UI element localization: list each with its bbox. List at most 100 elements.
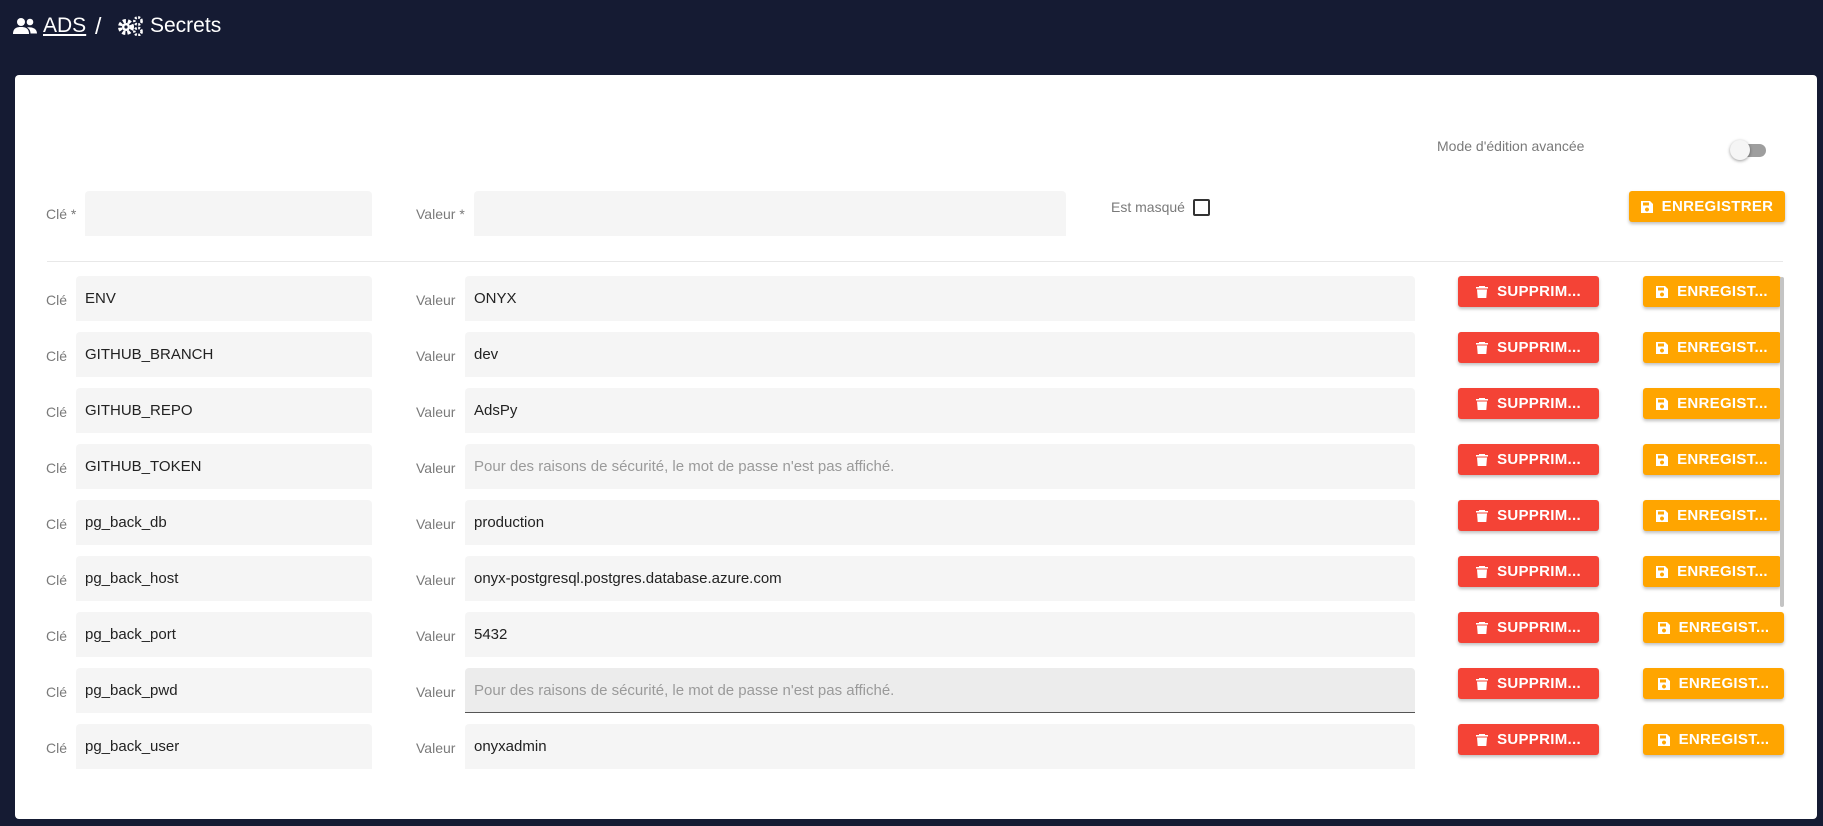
top-bar: ADS / Secrets bbox=[0, 0, 1823, 74]
key-label: Clé bbox=[46, 628, 68, 644]
secret-value-input[interactable] bbox=[465, 612, 1415, 657]
value-label: Valeur bbox=[416, 348, 456, 364]
delete-button[interactable]: SUPPRIM... bbox=[1458, 724, 1599, 755]
breadcrumb-ads-link[interactable]: ADS bbox=[13, 14, 86, 38]
key-label: Clé bbox=[46, 740, 68, 756]
save-icon bbox=[1656, 341, 1669, 354]
delete-button-label: SUPPRIM... bbox=[1497, 339, 1581, 356]
secret-value-input[interactable] bbox=[465, 668, 1415, 713]
value-label: Valeur bbox=[416, 628, 456, 644]
breadcrumb-ads-label: ADS bbox=[43, 14, 87, 37]
save-row-button-label: ENREGIST... bbox=[1678, 675, 1770, 692]
value-label: Valeur bbox=[416, 404, 456, 420]
secret-key-input[interactable] bbox=[76, 276, 372, 321]
divider bbox=[47, 261, 1783, 262]
save-row-button[interactable]: ENREGIST... bbox=[1643, 500, 1781, 531]
save-row-button[interactable]: ENREGIST... bbox=[1643, 388, 1781, 419]
users-icon bbox=[13, 18, 37, 34]
new-value-input[interactable] bbox=[474, 191, 1066, 236]
save-icon bbox=[1657, 621, 1670, 634]
key-label: Clé bbox=[46, 516, 68, 532]
trash-icon bbox=[1476, 509, 1489, 522]
value-label: Valeur bbox=[416, 460, 456, 476]
advanced-mode-toggle[interactable] bbox=[1730, 139, 1768, 160]
delete-button[interactable]: SUPPRIM... bbox=[1458, 332, 1599, 363]
new-key-input[interactable] bbox=[85, 191, 372, 236]
key-label: Clé bbox=[46, 404, 68, 420]
advanced-mode-label: Mode d'édition avancée bbox=[1437, 138, 1585, 154]
trash-icon bbox=[1476, 733, 1489, 746]
trash-icon bbox=[1476, 397, 1489, 410]
delete-button-label: SUPPRIM... bbox=[1497, 283, 1581, 300]
delete-button-label: SUPPRIM... bbox=[1497, 619, 1581, 636]
secret-value-input[interactable] bbox=[465, 444, 1415, 489]
scrollbar[interactable] bbox=[1780, 277, 1784, 607]
save-row-button[interactable]: ENREGIST... bbox=[1643, 556, 1781, 587]
save-row-button-label: ENREGIST... bbox=[1677, 283, 1768, 300]
new-secret-save-button[interactable]: ENREGISTRER bbox=[1629, 191, 1785, 222]
key-label: Clé bbox=[46, 684, 68, 700]
delete-button-label: SUPPRIM... bbox=[1497, 451, 1581, 468]
new-key-label: Clé * bbox=[46, 206, 77, 222]
secret-key-input[interactable] bbox=[76, 724, 372, 769]
delete-button-label: SUPPRIM... bbox=[1497, 731, 1581, 748]
save-button-label: ENREGISTRER bbox=[1661, 198, 1774, 215]
secret-value-input[interactable] bbox=[465, 556, 1415, 601]
secret-value-input[interactable] bbox=[465, 724, 1415, 769]
secret-key-input[interactable] bbox=[76, 332, 372, 377]
save-icon bbox=[1657, 677, 1670, 690]
save-row-button-label: ENREGIST... bbox=[1677, 563, 1768, 580]
save-row-button-label: ENREGIST... bbox=[1677, 395, 1768, 412]
value-label: Valeur bbox=[416, 740, 456, 756]
gears-icon bbox=[118, 16, 143, 36]
save-row-button[interactable]: ENREGIST... bbox=[1643, 276, 1781, 307]
masked-label: Est masqué bbox=[1111, 199, 1185, 215]
secret-value-input[interactable] bbox=[465, 500, 1415, 545]
save-row-button-label: ENREGIST... bbox=[1677, 451, 1768, 468]
secret-value-input[interactable] bbox=[465, 388, 1415, 433]
delete-button-label: SUPPRIM... bbox=[1497, 395, 1581, 412]
delete-button[interactable]: SUPPRIM... bbox=[1458, 556, 1599, 587]
breadcrumb-separator: / bbox=[95, 13, 102, 39]
secret-key-input[interactable] bbox=[76, 444, 372, 489]
value-label: Valeur bbox=[416, 516, 456, 532]
key-label: Clé bbox=[46, 348, 68, 364]
breadcrumb-current: Secrets bbox=[118, 14, 221, 38]
trash-icon bbox=[1476, 565, 1489, 578]
secret-value-input[interactable] bbox=[465, 276, 1415, 321]
save-row-button-label: ENREGIST... bbox=[1677, 507, 1768, 524]
secret-key-input[interactable] bbox=[76, 668, 372, 713]
delete-button[interactable]: SUPPRIM... bbox=[1458, 276, 1599, 307]
save-icon bbox=[1657, 733, 1670, 746]
key-label: Clé bbox=[46, 572, 68, 588]
save-row-button[interactable]: ENREGIST... bbox=[1643, 668, 1784, 699]
save-icon bbox=[1656, 509, 1669, 522]
trash-icon bbox=[1476, 677, 1489, 690]
delete-button[interactable]: SUPPRIM... bbox=[1458, 612, 1599, 643]
secret-key-input[interactable] bbox=[76, 500, 372, 545]
key-label: Clé bbox=[46, 292, 68, 308]
save-row-button[interactable]: ENREGIST... bbox=[1643, 724, 1784, 755]
save-row-button[interactable]: ENREGIST... bbox=[1643, 332, 1781, 363]
delete-button[interactable]: SUPPRIM... bbox=[1458, 388, 1599, 419]
save-row-button[interactable]: ENREGIST... bbox=[1643, 612, 1784, 643]
delete-button-label: SUPPRIM... bbox=[1497, 507, 1581, 524]
save-row-button[interactable]: ENREGIST... bbox=[1643, 444, 1781, 475]
secret-key-input[interactable] bbox=[76, 388, 372, 433]
trash-icon bbox=[1476, 285, 1489, 298]
delete-button[interactable]: SUPPRIM... bbox=[1458, 444, 1599, 475]
page-title: Secrets bbox=[150, 14, 222, 37]
save-row-button-label: ENREGIST... bbox=[1678, 619, 1770, 636]
delete-button[interactable]: SUPPRIM... bbox=[1458, 500, 1599, 531]
secret-key-input[interactable] bbox=[76, 556, 372, 601]
masked-checkbox[interactable] bbox=[1193, 199, 1210, 216]
save-icon bbox=[1656, 565, 1669, 578]
trash-icon bbox=[1476, 453, 1489, 466]
delete-button[interactable]: SUPPRIM... bbox=[1458, 668, 1599, 699]
value-label: Valeur bbox=[416, 292, 456, 308]
secret-value-input[interactable] bbox=[465, 332, 1415, 377]
secret-key-input[interactable] bbox=[76, 612, 372, 657]
key-label: Clé bbox=[46, 460, 68, 476]
delete-button-label: SUPPRIM... bbox=[1497, 563, 1581, 580]
delete-button-label: SUPPRIM... bbox=[1497, 675, 1581, 692]
